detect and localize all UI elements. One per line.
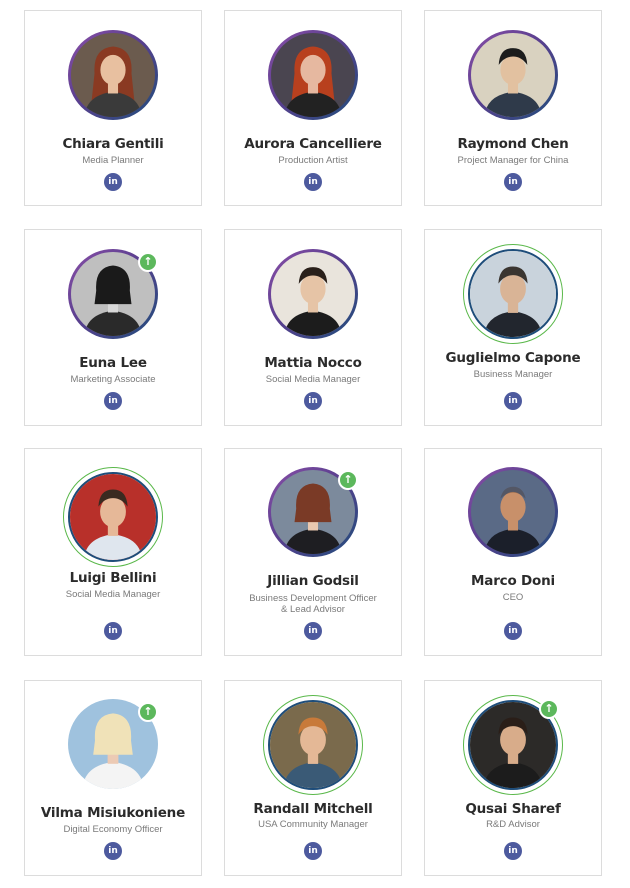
linkedin-icon[interactable]: in [104, 842, 122, 860]
member-name: Marco Doni [471, 573, 555, 589]
member-role: Social Media Manager [265, 374, 361, 385]
linkedin-icon[interactable]: in [104, 173, 122, 191]
team-member-card: Mattia Nocco Social Media Manager in [224, 229, 402, 426]
member-name: Vilma Misiukoniene [40, 805, 186, 821]
member-role: Social Media Manager [65, 589, 161, 600]
profile-photo [268, 700, 358, 790]
team-member-card: Aurora Cancelliere Production Artist in [224, 10, 402, 206]
team-member-card: ↑ Vilma Misiukoniene Digital Economy Offic… [24, 680, 202, 876]
profile-photo [68, 472, 158, 562]
member-role: Marketing Associate [70, 374, 156, 385]
arrow-up-icon: ↑ [338, 470, 358, 490]
linkedin-icon[interactable]: in [504, 842, 522, 860]
team-member-card: ↑ Jillian Godsil Business Development Offi… [224, 448, 402, 656]
profile-photo [468, 249, 558, 339]
team-member-card: Randall Mitchell USA Community Manager in [224, 680, 402, 876]
arrow-up-icon: ↑ [138, 702, 158, 722]
profile-photo [71, 33, 155, 117]
member-role: USA Community Manager [258, 819, 368, 830]
profile-photo [271, 33, 355, 117]
member-name: Guglielmo Capone [445, 350, 581, 366]
member-role: Business Manager [473, 369, 553, 380]
member-role: Production Artist [278, 155, 348, 166]
profile-photo [271, 252, 355, 336]
member-name: Mattia Nocco [264, 355, 362, 371]
arrow-up-icon: ↑ [138, 252, 158, 272]
linkedin-icon[interactable]: in [304, 842, 322, 860]
avatar [468, 30, 558, 120]
avatar [68, 30, 158, 120]
linkedin-icon[interactable]: in [104, 622, 122, 640]
linkedin-icon[interactable]: in [104, 392, 122, 410]
team-member-card: ↑ Euna Lee Marketing Associate in [24, 229, 202, 426]
linkedin-icon[interactable]: in [504, 173, 522, 191]
linkedin-icon[interactable]: in [504, 622, 522, 640]
member-name: Raymond Chen [457, 136, 569, 152]
member-name: Luigi Bellini [69, 570, 157, 586]
avatar [468, 467, 558, 557]
avatar [268, 30, 358, 120]
member-role: R&D Advisor [486, 819, 540, 830]
avatar [463, 244, 563, 344]
member-name: Qusai Sharef [465, 801, 561, 817]
profile-photo [471, 470, 555, 554]
member-name: Aurora Cancelliere [244, 136, 382, 152]
team-member-card: ↑ Qusai Sharef R&D Advisor in [424, 680, 602, 876]
avatar [63, 467, 163, 567]
profile-photo [471, 33, 555, 117]
member-name: Euna Lee [79, 355, 147, 371]
linkedin-icon[interactable]: in [304, 622, 322, 640]
member-role: Business Development Officer & Lead Advi… [249, 593, 377, 615]
team-member-card: Marco Doni CEO in [424, 448, 602, 656]
member-role: CEO [502, 592, 524, 603]
member-role: Project Manager for China [457, 155, 569, 166]
member-role: Media Planner [82, 155, 144, 166]
avatar [268, 249, 358, 339]
team-member-card: Luigi Bellini Social Media Manager in [24, 448, 202, 656]
team-member-card: Guglielmo Capone Business Manager in [424, 229, 602, 426]
linkedin-icon[interactable]: in [304, 392, 322, 410]
member-name: Chiara Gentili [62, 136, 164, 152]
arrow-up-icon: ↑ [539, 699, 559, 719]
linkedin-icon[interactable]: in [304, 173, 322, 191]
member-role: Digital Economy Officer [63, 824, 163, 835]
member-name: Randall Mitchell [253, 801, 373, 817]
linkedin-icon[interactable]: in [504, 392, 522, 410]
avatar [263, 695, 363, 795]
team-member-card: Chiara Gentili Media Planner in [24, 10, 202, 206]
member-name: Jillian Godsil [267, 573, 359, 589]
team-member-card: Raymond Chen Project Manager for China in [424, 10, 602, 206]
